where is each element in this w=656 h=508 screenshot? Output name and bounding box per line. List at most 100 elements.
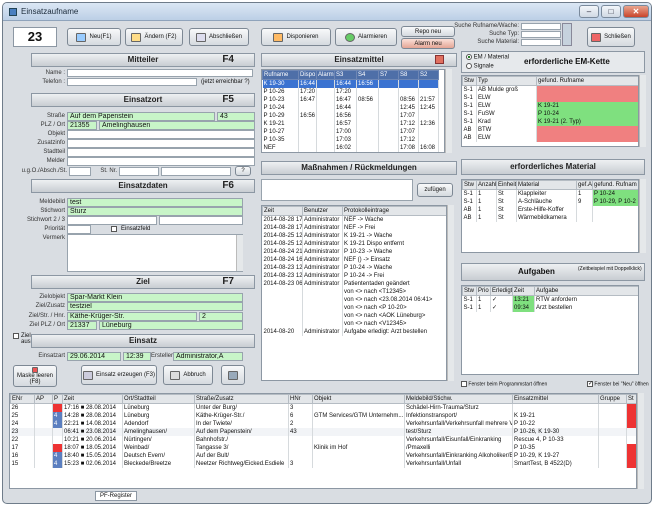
abschliessen-button[interactable]: Abschließen — [189, 28, 249, 46]
search-ruf-input[interactable] — [521, 23, 561, 30]
table-row[interactable]: S-1 1 ✓ 09:34 Arzt bestellen — [462, 304, 638, 312]
col-header[interactable]: Ort/Stadtteil — [122, 394, 195, 404]
extra-input[interactable] — [161, 167, 231, 176]
maske-leeren-button[interactable]: Maske leeren (F8) — [13, 365, 57, 387]
col-dispo[interactable]: Dispo — [298, 70, 317, 80]
massnahme-input[interactable] — [261, 179, 413, 201]
zielort-input[interactable]: Lüneburg — [99, 321, 243, 330]
einsatz-datum[interactable]: 29.06.2014 — [67, 352, 121, 361]
ort-input[interactable]: Amelinghausen — [99, 121, 255, 130]
table-row[interactable]: 2014-08-24 21:57:46AdministratorP 10-23 … — [262, 248, 446, 256]
zielplz-input[interactable]: 21337 — [67, 321, 97, 330]
aendern-button[interactable]: Ändern (F2) — [125, 28, 183, 46]
table-row[interactable]: 2014-08-25 12:36:44AdministratorK 19-21 … — [262, 240, 446, 248]
table-row[interactable]: 2014-08-28 17:08:45AdministratorNEF -> F… — [262, 224, 446, 232]
col-header[interactable]: HNr — [288, 394, 313, 404]
einsatzmittel-scrollbar[interactable] — [445, 69, 452, 153]
table-row[interactable]: 2014-08-23 12:45:37AdministratorP 10-24 … — [262, 264, 446, 272]
col-auf-zeit[interactable]: Zeit — [512, 286, 535, 296]
col-header[interactable]: Straße/Zusatz — [194, 394, 289, 404]
col-header[interactable]: AP — [34, 394, 53, 404]
schliessen-button[interactable]: Schließen — [587, 27, 635, 47]
abbruch-button[interactable]: Abbruch — [163, 365, 213, 385]
search-mat-input[interactable] — [521, 39, 561, 46]
emkette-table[interactable]: Stw Typ gefund. Rufname S-1 AB Mulde groß… — [461, 75, 639, 147]
zielhnr-input[interactable]: 2 — [199, 312, 243, 321]
col-auf-aufgabe[interactable]: Aufgabe — [534, 286, 638, 296]
table-row[interactable]: P 10-27 17:00 17:07 — [262, 128, 439, 136]
col-header[interactable]: Zeit — [62, 394, 123, 404]
table-row[interactable]: AB ELW — [462, 134, 638, 142]
bei-neu-checkbox[interactable]: ✓ — [587, 381, 593, 387]
table-row[interactable]: S-1 ELW — [462, 94, 638, 102]
einsatzmittel-close-icon[interactable] — [435, 55, 444, 64]
einsatz-erzeugen-button[interactable]: Einsatz erzeugen (F3) — [81, 365, 157, 385]
table-row[interactable]: von <> nach <V12345> — [262, 320, 446, 328]
table-row[interactable]: S-1 Krad K 19-21 (2. Typ) — [462, 118, 638, 126]
table-row[interactable]: 16 4 18:40 ■ 15.05.2014 Deutsch Evern/Auf d… — [10, 452, 636, 460]
col-rufname[interactable]: Rufname — [262, 70, 299, 80]
mitteiler-name-input[interactable] — [67, 69, 253, 77]
einsatz-list-table[interactable]: ENr AP P Zeit Ort/Stadtteil Straße/Zusatz HNr O… — [9, 393, 637, 489]
col-benutzer[interactable]: Benutzer — [302, 206, 343, 216]
table-row[interactable]: 2014-08-23 12:45:26AdministratorP 10-24 … — [262, 272, 446, 280]
col-alarm[interactable]: Alarm — [316, 70, 335, 80]
search-typ-input[interactable] — [521, 31, 561, 38]
table-row[interactable]: P 10-35 17:03 17:12 — [262, 136, 439, 144]
option-signale[interactable]: Signale — [466, 63, 494, 70]
col-header[interactable]: Einsatzmittel — [512, 394, 599, 404]
col-header[interactable]: P — [52, 394, 63, 404]
table-row[interactable]: AB BTW — [462, 126, 638, 134]
zusatzinfo-input[interactable] — [67, 139, 255, 148]
em-radio[interactable] — [466, 54, 472, 60]
col-s2[interactable]: S2 — [418, 70, 439, 80]
opt-programmstart[interactable]: Fenster beim Programmstart öffnen — [461, 381, 547, 387]
table-row[interactable]: von <> nach <P 10-20> — [262, 304, 446, 312]
col-mat-einheit[interactable]: Einheit — [496, 180, 517, 190]
col-auf-erledigt[interactable]: Erledigt — [490, 286, 513, 296]
table-row[interactable]: K 19-21 16:57 17:12 12:36 — [262, 120, 439, 128]
prioritaet-select[interactable] — [67, 225, 91, 234]
maximize-button[interactable]: □ — [601, 5, 621, 18]
table-row[interactable]: NEF 16:02 17:08 16:08 — [262, 144, 439, 152]
table-row[interactable]: 24 4 22:21 ■ 14.08.2014 Adendorf In der Twie… — [10, 420, 636, 428]
table-row[interactable]: AB 1 St Erste-Hilfe-Koffer — [462, 206, 638, 214]
col-mat-gefanz[interactable]: gef.Anz — [576, 180, 593, 190]
col-mat-material[interactable]: Material — [516, 180, 577, 190]
ersteller-input[interactable]: Administrator,A — [173, 352, 243, 361]
col-header[interactable]: Gruppe — [598, 394, 627, 404]
col-s8[interactable]: S8 — [398, 70, 419, 80]
pf-register-tab[interactable]: PF-Register — [95, 491, 138, 501]
col-mat-anzahl[interactable]: Anzahl — [476, 180, 497, 190]
stichwort-input[interactable]: Sturz — [67, 207, 243, 216]
col-s4[interactable]: S4 — [356, 70, 379, 80]
table-row[interactable]: P 10-29 16:56 16:56 17:07 — [262, 112, 439, 120]
col-header[interactable]: Objekt — [312, 394, 405, 404]
einsatz-zeit[interactable]: 12:39 — [123, 352, 151, 361]
table-row[interactable]: 26 17:16 ■ 28.08.2014 Lüneburg Unter der Bu… — [10, 403, 636, 412]
col-auf-prio[interactable]: Prio — [476, 286, 491, 296]
col-em-stw[interactable]: Stw — [462, 76, 477, 86]
col-auf-stw[interactable]: Stw — [462, 286, 477, 296]
col-s3[interactable]: S3 — [334, 70, 357, 80]
einsatzmittel-table[interactable]: Rufname Dispo Alarm S3 S4 S7 S8 S2 K 19-… — [261, 69, 445, 153]
table-row[interactable]: S-1 FuSW P 10-24 — [462, 110, 638, 118]
table-row[interactable]: von <> nach <T12345> — [262, 288, 446, 296]
objekt-input[interactable] — [67, 130, 255, 139]
table-row[interactable]: 22 10:21 ■ 20.06.2014 Nürtingen/Bahnhofstr… — [10, 436, 636, 444]
minimize-button[interactable]: – — [579, 5, 599, 18]
col-mat-stw[interactable]: Stw — [462, 180, 477, 190]
table-row[interactable]: 2014-08-25 12:36:57AdministratorK 19-21 … — [262, 232, 446, 240]
table-row[interactable]: S-1 1 St Klappleiter 1 P 10-24 — [462, 189, 638, 198]
abschnitt-input[interactable] — [69, 167, 91, 176]
col-header[interactable]: ENr — [10, 394, 35, 404]
table-row[interactable]: S-1 ELW K 19-21 — [462, 102, 638, 110]
col-header[interactable]: St — [626, 394, 636, 404]
help-button[interactable]: ? — [235, 166, 251, 176]
vermerk-textarea[interactable] — [67, 234, 243, 272]
col-zeit[interactable]: Zeit — [262, 206, 303, 216]
table-row[interactable]: P 10-26 17:20 17:20 — [262, 88, 439, 96]
stadtteil-input[interactable] — [67, 148, 255, 157]
col-em-rufname[interactable]: gefund. Rufname — [536, 76, 638, 86]
meldebild-input[interactable]: test — [67, 198, 243, 207]
